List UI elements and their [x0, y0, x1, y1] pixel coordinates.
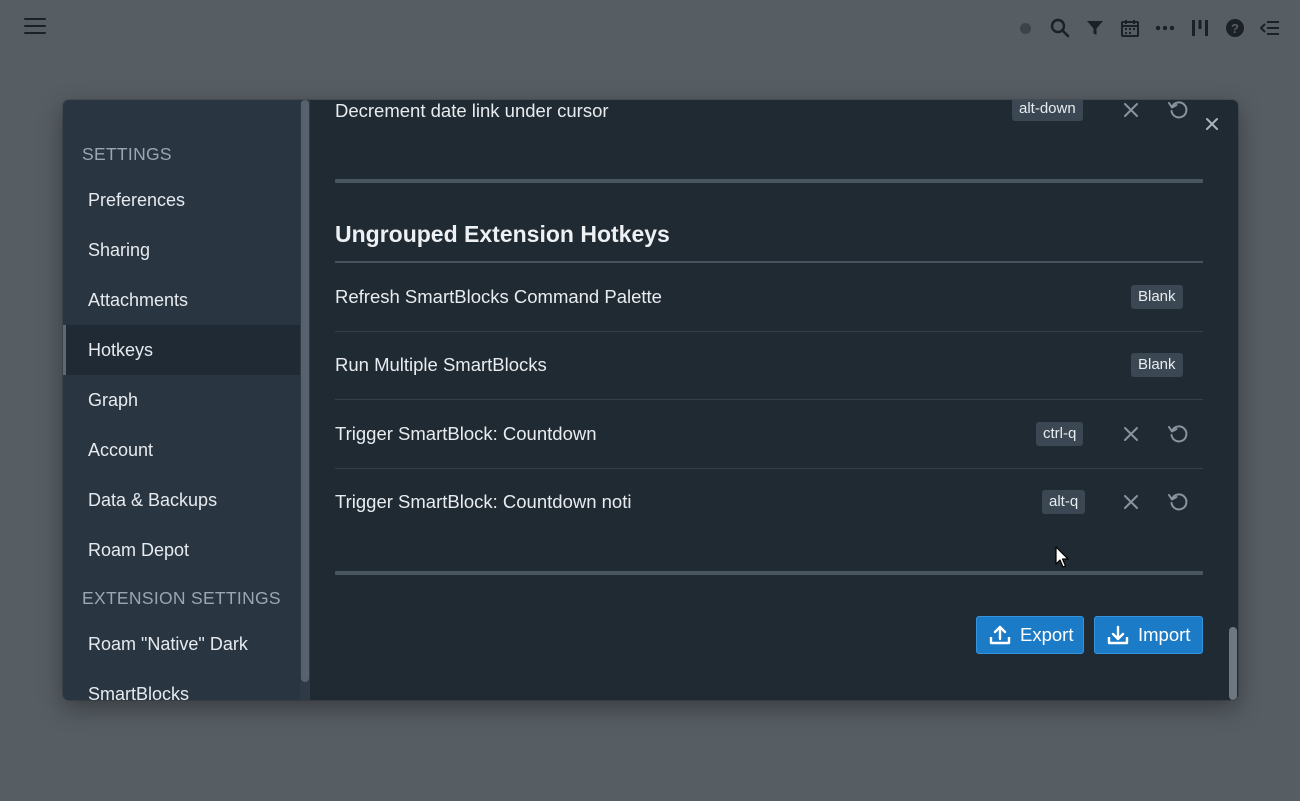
menu-icon[interactable] — [24, 18, 46, 36]
download-icon — [1107, 625, 1129, 645]
clear-hotkey-icon[interactable] — [1120, 423, 1142, 445]
hotkey-label-countdown-noti: Trigger SmartBlock: Countdown noti — [335, 491, 632, 512]
hotkey-badge-countdown-noti[interactable]: alt-q — [1042, 490, 1086, 514]
main-scrollbar-thumb[interactable] — [1229, 627, 1237, 700]
sidebar-item-graph[interactable]: Graph — [63, 375, 300, 425]
section-title-rule — [335, 261, 1203, 263]
top-bar: ? — [0, 0, 1300, 56]
close-dialog-icon[interactable] — [1202, 114, 1222, 134]
settings-dialog: SETTINGS Preferences Sharing Attachments… — [63, 100, 1238, 700]
more-icon[interactable] — [1153, 14, 1177, 42]
search-icon[interactable] — [1048, 14, 1072, 42]
hotkey-badge-run-multiple[interactable]: Blank — [1131, 353, 1183, 377]
extension-settings-heading: EXTENSION SETTINGS — [82, 588, 281, 608]
hotkey-label-run-multiple: Run Multiple SmartBlocks — [335, 354, 547, 375]
row-divider — [335, 331, 1203, 332]
mouse-cursor-icon — [1055, 546, 1071, 570]
hotkey-badge-refresh-palette[interactable]: Blank — [1131, 285, 1183, 309]
sidebar-item-sharing[interactable]: Sharing — [63, 225, 300, 275]
section-separator — [335, 179, 1203, 183]
filter-icon[interactable] — [1083, 14, 1107, 42]
reset-hotkey-icon[interactable] — [1167, 100, 1189, 120]
svg-text:?: ? — [1231, 21, 1239, 36]
sidebar-item-smartblocks[interactable]: SmartBlocks — [63, 669, 300, 701]
hotkey-label-decrement-date: Decrement date link under cursor — [335, 100, 609, 121]
sidebar-item-preferences[interactable]: Preferences — [63, 175, 300, 225]
sidebar-item-hotkeys[interactable]: Hotkeys — [63, 325, 300, 375]
import-button[interactable]: Import — [1094, 616, 1203, 654]
sidebar-item-roam-depot[interactable]: Roam Depot — [63, 525, 300, 575]
import-button-label: Import — [1138, 624, 1191, 645]
settings-heading: SETTINGS — [82, 144, 172, 164]
columns-icon[interactable] — [1188, 14, 1212, 42]
settings-sidebar: SETTINGS Preferences Sharing Attachments… — [63, 100, 310, 700]
section-title: Ungrouped Extension Hotkeys — [335, 221, 670, 247]
hotkey-badge-countdown[interactable]: ctrl-q — [1036, 422, 1084, 446]
sidebar-scrollbar-thumb[interactable] — [301, 100, 309, 682]
hotkey-label-refresh-palette: Refresh SmartBlocks Command Palette — [335, 286, 662, 307]
top-toolbar: ? — [1002, 14, 1282, 42]
section-separator — [335, 571, 1203, 575]
calendar-icon[interactable] — [1118, 14, 1142, 42]
clear-hotkey-icon[interactable] — [1120, 491, 1142, 513]
row-divider — [335, 468, 1203, 469]
export-button[interactable]: Export — [976, 616, 1084, 654]
upload-icon — [989, 625, 1011, 645]
reset-hotkey-icon[interactable] — [1167, 490, 1189, 512]
main-scrollbar-track[interactable] — [1226, 100, 1238, 700]
export-button-label: Export — [1020, 624, 1074, 645]
sidebar-item-account[interactable]: Account — [63, 425, 300, 475]
sidebar-item-data-backups[interactable]: Data & Backups — [63, 475, 300, 525]
hotkey-badge-decrement-date[interactable]: alt-down — [1012, 100, 1083, 121]
reset-hotkey-icon[interactable] — [1167, 422, 1189, 444]
sidebar-item-native-dark[interactable]: Roam "Native" Dark — [63, 619, 300, 669]
sidebar-item-attachments[interactable]: Attachments — [63, 275, 300, 325]
row-divider — [335, 399, 1203, 400]
sidebar-toggle-icon[interactable] — [1258, 14, 1282, 42]
hotkey-label-countdown: Trigger SmartBlock: Countdown — [335, 423, 597, 444]
clear-hotkey-icon[interactable] — [1120, 100, 1142, 121]
help-icon[interactable]: ? — [1223, 14, 1247, 42]
status-dot-icon — [1013, 14, 1037, 42]
